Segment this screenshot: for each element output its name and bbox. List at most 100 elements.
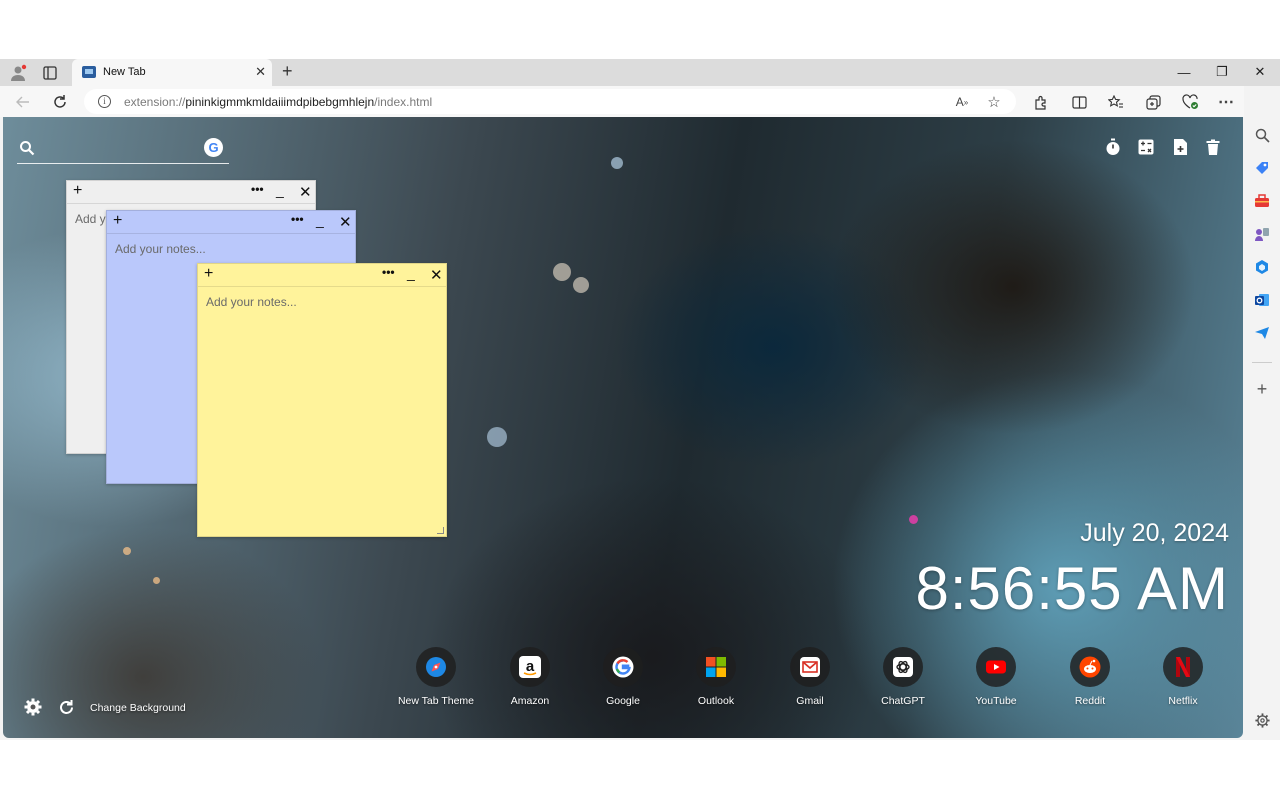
sidebar-add-icon[interactable]: + bbox=[1252, 379, 1272, 399]
note-close-button[interactable]: ✕ bbox=[339, 213, 352, 231]
shortcut-amazon[interactable]: a Amazon bbox=[485, 647, 575, 707]
address-bar[interactable]: i extension://pininkigmmkmldaiiimdpibebg… bbox=[84, 89, 1016, 114]
new-tab-page: G + ••• _ ✕ Add your notes... bbox=[3, 117, 1243, 738]
sidebar-outlook-icon[interactable] bbox=[1252, 290, 1272, 310]
sticky-note-yellow[interactable]: + ••• _ ✕ Add your notes... bbox=[197, 263, 447, 537]
edge-sidebar: + bbox=[1244, 86, 1280, 740]
favorites-icon[interactable] bbox=[1105, 91, 1127, 113]
shortcut-outlook[interactable]: Outlook bbox=[671, 647, 761, 707]
split-screen-icon[interactable] bbox=[1068, 91, 1090, 113]
bokeh-light bbox=[487, 427, 507, 447]
search-icon[interactable] bbox=[19, 140, 35, 156]
google-icon bbox=[603, 647, 643, 687]
bokeh-light bbox=[123, 547, 131, 555]
minimize-icon[interactable]: — bbox=[1174, 62, 1194, 82]
shortcut-reddit[interactable]: Reddit bbox=[1045, 647, 1135, 707]
collections-icon[interactable] bbox=[1142, 91, 1164, 113]
shortcut-label: Gmail bbox=[796, 695, 824, 707]
svg-text:a: a bbox=[526, 658, 535, 675]
date-display: July 20, 2024 bbox=[1080, 519, 1229, 547]
youtube-icon bbox=[976, 647, 1016, 687]
add-note-icon[interactable] bbox=[1170, 137, 1190, 157]
note-header: + ••• _ ✕ bbox=[198, 264, 446, 287]
calculator-icon[interactable] bbox=[1136, 137, 1156, 157]
shortcut-label: ChatGPT bbox=[881, 695, 925, 707]
reddit-icon bbox=[1070, 647, 1110, 687]
shortcut-youtube[interactable]: YouTube bbox=[951, 647, 1041, 707]
bokeh-light bbox=[573, 277, 589, 293]
back-icon[interactable] bbox=[12, 91, 34, 113]
shortcut-label: Netflix bbox=[1168, 695, 1198, 707]
google-engine-icon[interactable]: G bbox=[204, 138, 223, 157]
tab-close-icon[interactable]: ✕ bbox=[255, 64, 266, 80]
tab-favicon-icon bbox=[82, 66, 96, 78]
url-text[interactable]: extension://pininkigmmkmldaiiimdpibebgmh… bbox=[124, 95, 432, 109]
info-icon[interactable]: i bbox=[98, 95, 111, 108]
note-close-button[interactable]: ✕ bbox=[430, 266, 443, 284]
sidebar-tools-icon[interactable] bbox=[1252, 191, 1272, 211]
shortcut-google[interactable]: Google bbox=[578, 647, 668, 707]
window-close-icon[interactable]: ✕ bbox=[1250, 62, 1270, 82]
sidebar-settings-icon[interactable] bbox=[1252, 710, 1272, 730]
amazon-icon: a bbox=[510, 647, 550, 687]
shortcut-new-tab-theme[interactable]: New Tab Theme bbox=[391, 647, 481, 707]
tab-title: New Tab bbox=[103, 66, 146, 78]
shortcut-label: Google bbox=[606, 695, 640, 707]
sidebar-send-icon[interactable] bbox=[1252, 323, 1272, 343]
shortcut-netflix[interactable]: Netflix bbox=[1138, 647, 1228, 707]
sidebar-games-icon[interactable] bbox=[1252, 224, 1272, 244]
compass-icon bbox=[416, 647, 456, 687]
note-minimize-button[interactable]: _ bbox=[276, 182, 284, 198]
gmail-icon bbox=[790, 647, 830, 687]
refresh-background-icon[interactable] bbox=[56, 697, 76, 717]
note-minimize-button[interactable]: _ bbox=[407, 265, 415, 281]
note-close-button[interactable]: ✕ bbox=[299, 183, 312, 201]
extensions-icon[interactable] bbox=[1029, 91, 1051, 113]
favorite-star-icon[interactable]: ☆ bbox=[984, 92, 1004, 112]
shortcut-chatgpt[interactable]: ChatGPT bbox=[858, 647, 948, 707]
note-header: + ••• _ ✕ bbox=[67, 181, 315, 204]
shortcut-gmail[interactable]: Gmail bbox=[765, 647, 855, 707]
sidebar-divider bbox=[1252, 362, 1272, 363]
note-add-button[interactable]: + bbox=[73, 182, 82, 200]
shortcut-label: Outlook bbox=[697, 695, 735, 707]
profile-icon[interactable] bbox=[8, 63, 28, 83]
settings-gear-icon[interactable] bbox=[23, 697, 43, 717]
microsoft-icon bbox=[696, 647, 736, 687]
timer-icon[interactable] bbox=[1103, 137, 1123, 157]
sidebar-search-icon[interactable] bbox=[1252, 125, 1272, 145]
sidebar-shopping-icon[interactable] bbox=[1252, 158, 1272, 178]
reload-icon[interactable] bbox=[49, 91, 71, 113]
bokeh-light bbox=[611, 157, 623, 169]
change-background-button[interactable]: Change Background bbox=[90, 702, 186, 714]
shortcut-label: YouTube bbox=[975, 695, 1017, 707]
toolbar: i extension://pininkigmmkmldaiiimdpibebg… bbox=[0, 86, 1280, 117]
delete-icon[interactable] bbox=[1203, 137, 1223, 157]
netflix-icon bbox=[1163, 647, 1203, 687]
note-more-icon[interactable]: ••• bbox=[251, 182, 264, 196]
browser-essentials-icon[interactable] bbox=[1179, 91, 1201, 113]
shortcut-label: Reddit bbox=[1074, 695, 1106, 707]
bokeh-light bbox=[909, 515, 918, 524]
chatgpt-icon bbox=[883, 647, 923, 687]
note-resize-handle[interactable] bbox=[437, 527, 444, 534]
maximize-icon[interactable]: ❐ bbox=[1212, 62, 1232, 82]
note-more-icon[interactable]: ••• bbox=[382, 265, 395, 279]
note-more-icon[interactable]: ••• bbox=[291, 212, 304, 226]
note-add-button[interactable]: + bbox=[204, 265, 213, 283]
note-header: + ••• _ ✕ bbox=[107, 211, 355, 234]
more-menu-icon[interactable]: ⋯ bbox=[1215, 91, 1237, 113]
browser-window: New Tab ✕ + — ❐ ✕ i extension://pininkig… bbox=[0, 59, 1280, 740]
note-textarea[interactable]: Add your notes... bbox=[115, 242, 206, 256]
new-tab-button[interactable]: + bbox=[282, 61, 293, 82]
sidebar-microsoft365-icon[interactable] bbox=[1252, 257, 1272, 277]
note-add-button[interactable]: + bbox=[113, 212, 122, 230]
search-bar[interactable]: G bbox=[17, 137, 229, 164]
note-minimize-button[interactable]: _ bbox=[316, 212, 324, 228]
note-textarea[interactable]: Add your notes... bbox=[206, 295, 297, 309]
bokeh-light bbox=[553, 263, 571, 281]
shortcut-label: New Tab Theme bbox=[397, 695, 475, 707]
tab-actions-icon[interactable] bbox=[40, 63, 60, 83]
tab-new-tab[interactable]: New Tab ✕ bbox=[72, 59, 272, 86]
read-aloud-icon[interactable]: A» bbox=[952, 92, 972, 112]
